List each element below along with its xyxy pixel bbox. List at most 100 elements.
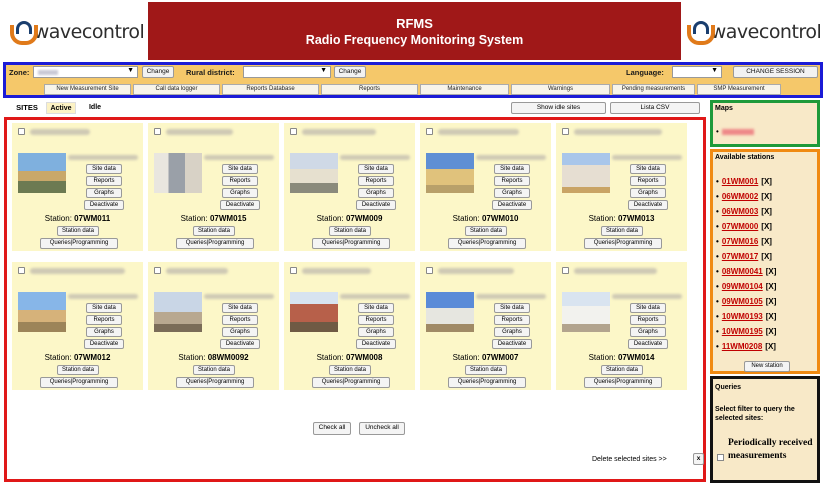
nav-smp-measurement[interactable]: SMP Measurement [697, 84, 781, 95]
tab-idle[interactable]: Idle [80, 102, 110, 114]
remove-station-button[interactable]: [X] [766, 327, 777, 336]
reports-button[interactable]: Reports [358, 176, 394, 186]
queries-programming-button[interactable]: Queries|Programming [312, 238, 390, 249]
deactivate-button[interactable]: Deactivate [628, 339, 668, 349]
reports-button[interactable]: Reports [630, 315, 666, 325]
graphs-button[interactable]: Graphs [494, 327, 530, 337]
reports-button[interactable]: Reports [494, 176, 530, 186]
station-link[interactable]: 08WM0041 [722, 267, 763, 276]
station-link[interactable]: 07WM000 [722, 222, 758, 231]
site-photo[interactable] [290, 292, 338, 332]
change-session-button[interactable]: CHANGE SESSION [733, 66, 818, 78]
reports-button[interactable]: Reports [494, 315, 530, 325]
zone-select[interactable]: ▼ [33, 66, 138, 78]
station-data-button[interactable]: Station data [601, 226, 643, 236]
graphs-button[interactable]: Graphs [630, 188, 666, 198]
periodic-measurements-checkbox[interactable] [717, 454, 724, 461]
deactivate-button[interactable]: Deactivate [356, 339, 396, 349]
station-link[interactable]: 07WM017 [722, 252, 758, 261]
queries-programming-button[interactable]: Queries|Programming [584, 238, 662, 249]
remove-station-button[interactable]: [X] [761, 192, 772, 201]
queries-programming-button[interactable]: Queries|Programming [448, 377, 526, 388]
queries-programming-button[interactable]: Queries|Programming [176, 238, 254, 249]
site-data-button[interactable]: Site data [494, 303, 530, 313]
queries-programming-button[interactable]: Queries|Programming [40, 377, 118, 388]
reports-button[interactable]: Reports [86, 176, 122, 186]
graphs-button[interactable]: Graphs [86, 188, 122, 198]
site-data-button[interactable]: Site data [358, 164, 394, 174]
map-link-blurred[interactable] [722, 129, 754, 135]
graphs-button[interactable]: Graphs [86, 327, 122, 337]
language-select[interactable]: ▼ [672, 66, 722, 78]
station-data-button[interactable]: Station data [329, 365, 371, 375]
station-link[interactable]: 06WM003 [722, 207, 758, 216]
deactivate-button[interactable]: Deactivate [492, 339, 532, 349]
station-data-button[interactable]: Station data [193, 226, 235, 236]
site-photo[interactable] [426, 292, 474, 332]
site-photo[interactable] [18, 153, 66, 193]
reports-button[interactable]: Reports [222, 176, 258, 186]
station-link[interactable]: 09WM0104 [722, 282, 763, 291]
nav-maintenance[interactable]: Maintenance [420, 84, 509, 95]
station-data-button[interactable]: Station data [329, 226, 371, 236]
remove-station-button[interactable]: [X] [761, 237, 772, 246]
site-data-button[interactable]: Site data [494, 164, 530, 174]
show-idle-sites-button[interactable]: Show idle sites [511, 102, 606, 114]
csv-list-button[interactable]: Lista CSV [610, 102, 700, 114]
graphs-button[interactable]: Graphs [630, 327, 666, 337]
site-photo[interactable] [290, 153, 338, 193]
remove-station-button[interactable]: [X] [761, 207, 772, 216]
station-link[interactable]: 06WM002 [722, 192, 758, 201]
site-data-button[interactable]: Site data [630, 303, 666, 313]
reports-button[interactable]: Reports [358, 315, 394, 325]
tab-active[interactable]: Active [46, 102, 76, 114]
deactivate-button[interactable]: Deactivate [492, 200, 532, 210]
queries-programming-button[interactable]: Queries|Programming [40, 238, 118, 249]
station-link[interactable]: 09WM0105 [722, 297, 763, 306]
station-link[interactable]: 10WM0195 [722, 327, 763, 336]
deactivate-button[interactable]: Deactivate [628, 200, 668, 210]
site-select-checkbox[interactable] [426, 267, 433, 274]
zone-change-button[interactable]: Change [142, 66, 174, 78]
station-data-button[interactable]: Station data [57, 226, 99, 236]
queries-programming-button[interactable]: Queries|Programming [312, 377, 390, 388]
site-photo[interactable] [154, 292, 202, 332]
station-data-button[interactable]: Station data [465, 365, 507, 375]
station-data-button[interactable]: Station data [465, 226, 507, 236]
graphs-button[interactable]: Graphs [358, 327, 394, 337]
station-data-button[interactable]: Station data [601, 365, 643, 375]
reports-button[interactable]: Reports [630, 176, 666, 186]
remove-station-button[interactable]: [X] [766, 297, 777, 306]
queries-programming-button[interactable]: Queries|Programming [448, 238, 526, 249]
station-link[interactable]: 10WM0193 [722, 312, 763, 321]
site-data-button[interactable]: Site data [222, 303, 258, 313]
graphs-button[interactable]: Graphs [222, 327, 258, 337]
deactivate-button[interactable]: Deactivate [84, 200, 124, 210]
site-select-checkbox[interactable] [18, 128, 25, 135]
remove-station-button[interactable]: [X] [761, 222, 772, 231]
site-select-checkbox[interactable] [562, 128, 569, 135]
site-photo[interactable] [562, 292, 610, 332]
station-data-button[interactable]: Station data [193, 365, 235, 375]
nav-call-data-logger[interactable]: Call data logger [133, 84, 220, 95]
queries-programming-button[interactable]: Queries|Programming [584, 377, 662, 388]
new-station-button[interactable]: New station [744, 361, 790, 372]
nav-reports[interactable]: Reports [321, 84, 418, 95]
nav-new-measurement-site[interactable]: New Measurement Site [44, 84, 131, 95]
site-photo[interactable] [18, 292, 66, 332]
site-photo[interactable] [154, 153, 202, 193]
graphs-button[interactable]: Graphs [358, 188, 394, 198]
remove-station-button[interactable]: [X] [766, 312, 777, 321]
station-link[interactable]: 07WM016 [722, 237, 758, 246]
site-select-checkbox[interactable] [154, 128, 161, 135]
site-select-checkbox[interactable] [562, 267, 569, 274]
remove-station-button[interactable]: [X] [765, 342, 776, 351]
nav-warnings[interactable]: Warnings [511, 84, 610, 95]
rural-district-select[interactable]: ▼ [243, 66, 331, 78]
uncheck-all-button[interactable]: Uncheck all [359, 422, 405, 435]
rural-change-button[interactable]: Change [334, 66, 366, 78]
delete-selected-button[interactable]: x [693, 453, 704, 465]
site-select-checkbox[interactable] [18, 267, 25, 274]
nav-pending-measurements[interactable]: Pending measurements [612, 84, 695, 95]
check-all-button[interactable]: Check all [313, 422, 351, 435]
